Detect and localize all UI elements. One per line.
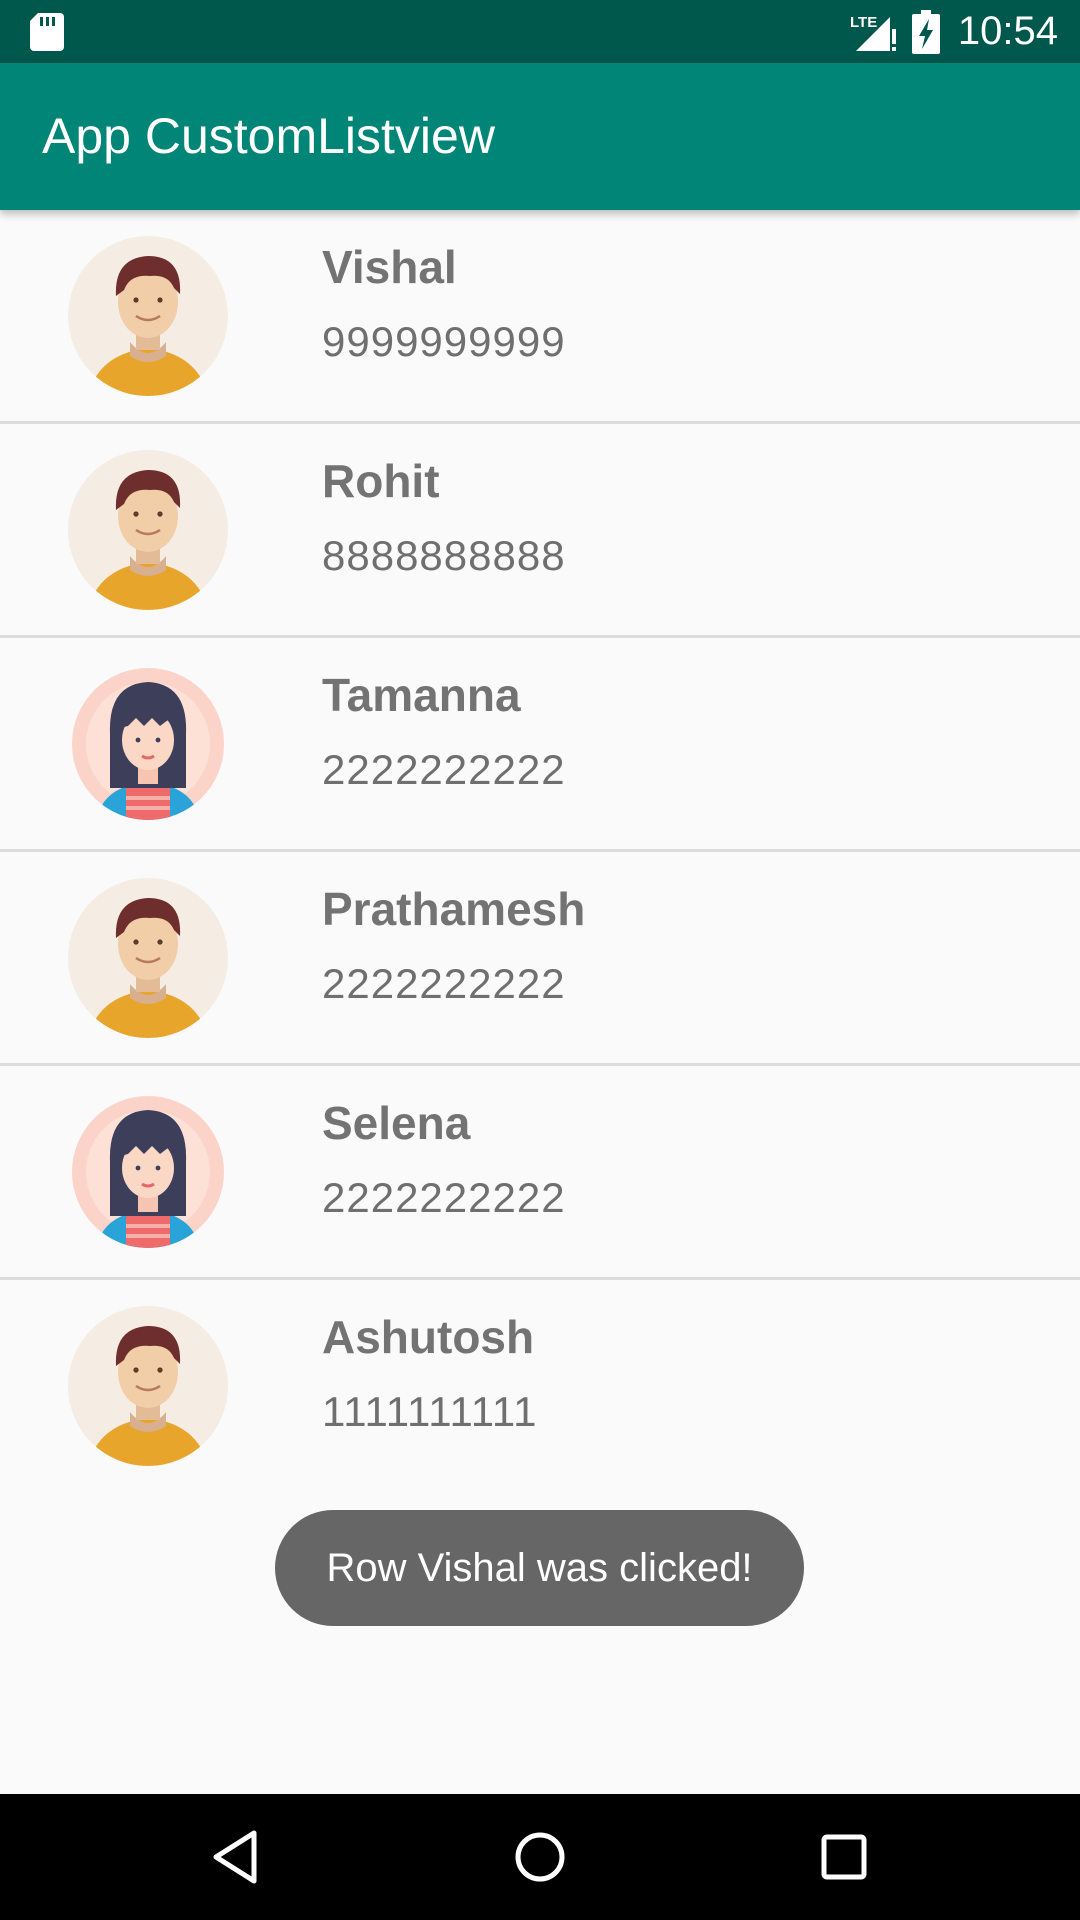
contact-phone: 1111111111 bbox=[322, 1388, 538, 1435]
contact-list: Vishal 9999999999 Rohit 8888888888 Taman… bbox=[0, 210, 1080, 1491]
contact-phone: 2222222222 bbox=[322, 1174, 566, 1221]
male-avatar-icon bbox=[68, 450, 228, 610]
list-item[interactable]: Ashutosh 1111111111 bbox=[0, 1280, 1080, 1491]
list-item[interactable]: Vishal 9999999999 bbox=[0, 210, 1080, 424]
navigation-bar bbox=[0, 1794, 1080, 1920]
male-avatar-icon bbox=[68, 236, 228, 396]
male-avatar-icon bbox=[68, 1306, 228, 1466]
lte-signal-icon: LTE bbox=[850, 14, 896, 51]
battery-charging-icon bbox=[911, 9, 940, 54]
recents-icon[interactable] bbox=[808, 1821, 880, 1893]
contact-phone: 2222222222 bbox=[322, 960, 566, 1007]
contact-name: Vishal bbox=[322, 241, 457, 293]
contact-name: Prathamesh bbox=[322, 883, 586, 935]
contact-phone: 9999999999 bbox=[322, 318, 566, 365]
contact-phone: 2222222222 bbox=[322, 746, 566, 793]
app-title: App CustomListview bbox=[42, 108, 495, 164]
contact-name: Selena bbox=[322, 1097, 471, 1149]
female-avatar-icon bbox=[72, 1096, 224, 1248]
list-item[interactable]: Prathamesh 2222222222 bbox=[0, 852, 1080, 1066]
svg-text:LTE: LTE bbox=[850, 14, 877, 31]
list-item[interactable]: Tamanna 2222222222 bbox=[0, 638, 1080, 852]
home-icon[interactable] bbox=[504, 1821, 576, 1893]
contact-name: Rohit bbox=[322, 455, 440, 507]
contact-phone: 8888888888 bbox=[322, 532, 566, 579]
back-icon[interactable] bbox=[200, 1821, 272, 1893]
status-time: 10:54 bbox=[957, 9, 1058, 53]
app-bar: App CustomListview bbox=[0, 63, 1080, 210]
list-item[interactable]: Rohit 8888888888 bbox=[0, 424, 1080, 638]
status-bar: LTE 10:54 bbox=[0, 0, 1080, 63]
contact-name: Tamanna bbox=[322, 669, 521, 721]
list-item[interactable]: Selena 2222222222 bbox=[0, 1066, 1080, 1280]
sd-card-icon bbox=[30, 13, 64, 51]
contact-name: Ashutosh bbox=[322, 1311, 535, 1363]
female-avatar-icon bbox=[72, 668, 224, 820]
toast-message: Row Vishal was clicked! bbox=[275, 1510, 804, 1626]
male-avatar-icon bbox=[68, 878, 228, 1038]
